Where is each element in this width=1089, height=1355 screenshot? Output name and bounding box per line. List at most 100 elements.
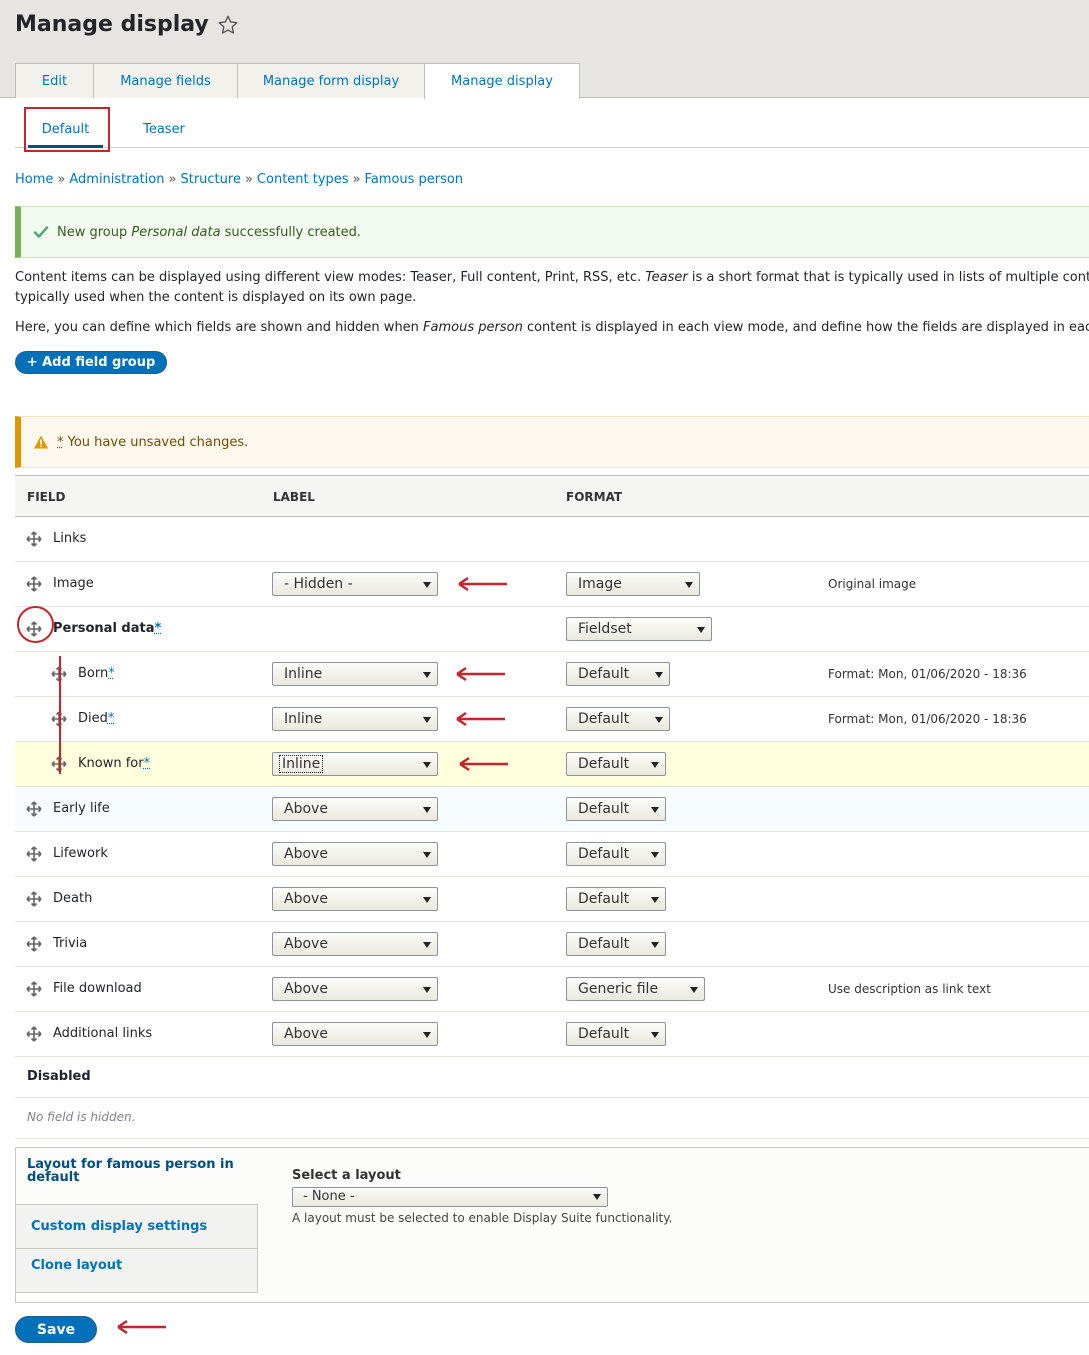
format-select[interactable]: Default bbox=[566, 887, 666, 911]
label-select[interactable]: Inline bbox=[272, 707, 438, 731]
label-select[interactable]: Above bbox=[272, 977, 438, 1001]
breadcrumb-content-types[interactable]: Content types bbox=[257, 172, 349, 187]
chevron-down-icon bbox=[423, 807, 431, 813]
label-select[interactable]: Above bbox=[272, 842, 438, 866]
warning-message-text: * You have unsaved changes. bbox=[57, 434, 249, 450]
table-row: File download Above Generic file Use des… bbox=[15, 967, 1089, 1012]
disabled-region-heading: Disabled bbox=[15, 1057, 1089, 1098]
drag-handle-icon[interactable] bbox=[26, 936, 42, 952]
breadcrumb-famous-person[interactable]: Famous person bbox=[365, 172, 464, 187]
format-select[interactable]: Fieldset bbox=[566, 617, 712, 641]
table-row: Additional links Above Default bbox=[15, 1012, 1089, 1057]
add-field-group-button[interactable]: + Add field group bbox=[15, 351, 167, 374]
chevron-down-icon bbox=[423, 582, 431, 588]
chevron-down-icon bbox=[423, 942, 431, 948]
vertical-tabs-menu: Layout for famous person in default Cust… bbox=[16, 1148, 258, 1302]
chevron-down-icon bbox=[651, 807, 659, 813]
field-name: Born* bbox=[78, 666, 115, 681]
format-select[interactable]: Default bbox=[566, 1022, 666, 1046]
label-select[interactable]: Above bbox=[272, 932, 438, 956]
warning-message: * You have unsaved changes. bbox=[15, 416, 1089, 468]
layout-help-text: A layout must be selected to enable Disp… bbox=[292, 1211, 673, 1225]
drag-handle-icon[interactable] bbox=[26, 1026, 42, 1042]
drag-handle-icon[interactable] bbox=[26, 576, 42, 592]
warning-icon bbox=[34, 435, 48, 449]
tab-manage-form-display[interactable]: Manage form display bbox=[237, 63, 425, 98]
chevron-down-icon bbox=[655, 672, 663, 678]
format-select[interactable]: Default bbox=[566, 707, 670, 731]
format-select[interactable]: Image bbox=[566, 572, 700, 596]
status-message-text: New group Personal data successfully cre… bbox=[57, 224, 362, 240]
save-button[interactable]: Save bbox=[15, 1316, 97, 1343]
tab-teaser[interactable]: Teaser bbox=[127, 110, 201, 148]
table-row: Known for* Inline Default bbox=[15, 742, 1089, 787]
format-select[interactable]: Default bbox=[566, 797, 666, 821]
format-select[interactable]: Default bbox=[566, 842, 666, 866]
tab-manage-fields[interactable]: Manage fields bbox=[93, 63, 238, 98]
tab-edit[interactable]: Edit bbox=[15, 63, 94, 98]
secondary-tabs: Default Teaser bbox=[15, 110, 1089, 148]
table-row: Image - Hidden - Image Original image bbox=[15, 562, 1089, 607]
label-select[interactable]: Inline bbox=[272, 662, 438, 686]
layout-select[interactable]: - None - bbox=[292, 1187, 608, 1207]
breadcrumb-administration[interactable]: Administration bbox=[69, 172, 164, 187]
breadcrumb: Home» Administration» Structure» Content ty… bbox=[15, 172, 464, 187]
label-select[interactable]: - Hidden - bbox=[272, 572, 438, 596]
format-summary: Original image bbox=[828, 577, 917, 591]
field-name: Trivia bbox=[53, 936, 88, 951]
field-display-table: FIELD LABEL FORMAT Links Image - Hidden … bbox=[15, 475, 1089, 1139]
label-select[interactable]: Above bbox=[272, 887, 438, 911]
drag-handle-icon[interactable] bbox=[26, 531, 42, 547]
column-header-field: FIELD bbox=[27, 490, 66, 504]
vertical-tab-layout[interactable]: Layout for famous person in default bbox=[16, 1148, 258, 1205]
label-select[interactable]: Above bbox=[272, 1022, 438, 1046]
annotation-highlight-box bbox=[24, 107, 110, 152]
star-icon[interactable] bbox=[217, 14, 239, 36]
vertical-tab-custom-display-settings[interactable]: Custom display settings bbox=[16, 1205, 258, 1249]
field-name: Known for* bbox=[78, 756, 151, 771]
annotation-arrow-icon bbox=[456, 666, 505, 682]
field-name: Additional links bbox=[53, 1026, 153, 1041]
field-name: Died* bbox=[78, 711, 115, 726]
label-select[interactable]: Above bbox=[272, 797, 438, 821]
vertical-tab-clone-layout[interactable]: Clone layout bbox=[16, 1249, 258, 1293]
drag-handle-icon[interactable] bbox=[26, 891, 42, 907]
format-summary: Format: Mon, 01/06/2020 - 18:36 bbox=[828, 667, 1027, 681]
format-select[interactable]: Generic file bbox=[566, 977, 705, 1001]
page-title-text: Manage display bbox=[15, 12, 209, 37]
drag-handle-icon[interactable] bbox=[26, 801, 42, 817]
select-layout-label: Select a layout bbox=[292, 1168, 401, 1183]
status-message: New group Personal data successfully cre… bbox=[15, 206, 1089, 258]
chevron-down-icon bbox=[651, 852, 659, 858]
page-title: Manage display bbox=[15, 12, 239, 37]
table-row: Born* Inline Default Format: Mon, 01/06/… bbox=[15, 652, 1089, 697]
description-line-2: typically used when the content is displ… bbox=[15, 290, 417, 305]
drag-handle-icon[interactable] bbox=[26, 981, 42, 997]
chevron-down-icon bbox=[593, 1194, 601, 1200]
field-name: Death bbox=[53, 891, 93, 906]
column-header-format: FORMAT bbox=[566, 490, 623, 504]
annotation-arrow-icon bbox=[117, 1319, 166, 1335]
chevron-down-icon bbox=[423, 852, 431, 858]
format-select[interactable]: Default bbox=[566, 752, 666, 776]
breadcrumb-structure[interactable]: Structure bbox=[180, 172, 240, 187]
disabled-region-empty: No field is hidden. bbox=[15, 1098, 1089, 1139]
format-select[interactable]: Default bbox=[566, 932, 666, 956]
field-name: Lifework bbox=[53, 846, 108, 861]
chevron-down-icon bbox=[423, 762, 431, 768]
breadcrumb-home[interactable]: Home bbox=[15, 172, 53, 187]
table-row: Personal data* Fieldset bbox=[15, 607, 1089, 652]
chevron-down-icon bbox=[697, 627, 705, 633]
chevron-down-icon bbox=[655, 717, 663, 723]
annotation-arrow-icon bbox=[458, 576, 507, 592]
format-select[interactable]: Default bbox=[566, 662, 670, 686]
vertical-tabs: Layout for famous person in default Cust… bbox=[15, 1147, 1089, 1303]
drag-handle-icon[interactable] bbox=[26, 846, 42, 862]
page-header: Manage display Edit Manage fields Manage… bbox=[0, 0, 1089, 99]
chevron-down-icon bbox=[651, 762, 659, 768]
description-line-1: Content items can be displayed using dif… bbox=[15, 270, 1089, 285]
annotation-line bbox=[59, 656, 61, 774]
column-header-label: LABEL bbox=[273, 490, 315, 504]
label-select[interactable]: Inline bbox=[272, 752, 438, 776]
tab-manage-display[interactable]: Manage display bbox=[424, 63, 580, 99]
